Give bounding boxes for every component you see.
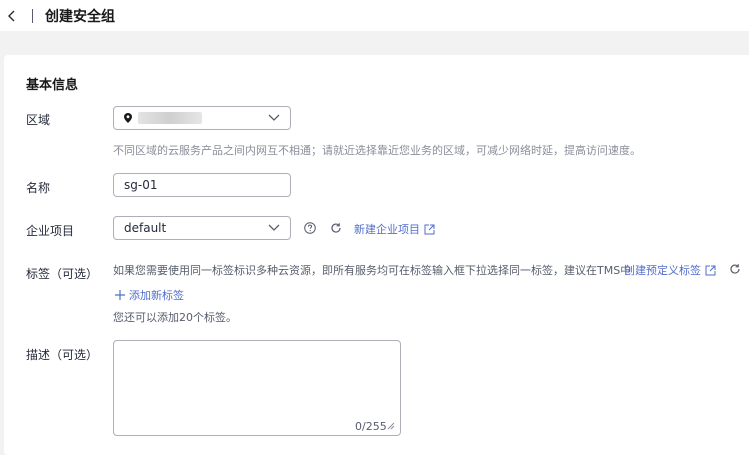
plus-icon — [115, 290, 125, 300]
create-predefined-tag-text: 创建预定义标签 — [624, 264, 701, 277]
external-link-icon — [705, 265, 716, 275]
project-select[interactable]: default — [113, 216, 291, 240]
region-select[interactable] — [113, 106, 291, 130]
question-circle-icon — [304, 222, 316, 234]
tags-hint: 如果您需要使用同一标签标识多种云资源，即所有服务均可在标签输入框下拉选择同一标签… — [113, 264, 632, 277]
refresh-projects-button[interactable] — [330, 222, 342, 234]
refresh-tags-button[interactable] — [729, 263, 741, 275]
region-value-obscured — [138, 112, 202, 124]
resize-grip-icon[interactable] — [387, 422, 395, 430]
back-button[interactable] — [2, 6, 22, 26]
page-header: 创建安全组 — [0, 0, 749, 31]
region-label: 区域 — [26, 113, 51, 127]
refresh-icon — [730, 264, 740, 274]
project-select-value: default — [124, 221, 167, 235]
chevron-down-icon — [268, 224, 280, 231]
chevron-down-icon — [268, 114, 280, 121]
description-label: 描述（可选） — [26, 348, 99, 362]
name-label: 名称 — [26, 181, 51, 195]
name-input[interactable] — [113, 173, 291, 197]
add-tag-button[interactable]: 添加新标签 — [115, 287, 184, 303]
basic-info-card: 基本信息 区域 不同区域的云服务产品之间内网互不相通；请就近选择靠近您业务的区域… — [4, 55, 749, 455]
section-title: 基本信息 — [26, 78, 79, 93]
create-project-link-text: 新建企业项目 — [354, 223, 420, 236]
help-button[interactable] — [304, 222, 316, 234]
region-hint: 不同区域的云服务产品之间内网互不相通；请就近选择靠近您业务的区域，可减少网络时延… — [113, 144, 641, 157]
create-predefined-tag-link[interactable]: 创建预定义标签 — [624, 262, 716, 278]
add-tag-text: 添加新标签 — [129, 289, 184, 302]
location-pin-icon — [124, 113, 132, 123]
tags-label: 标签（可选） — [26, 267, 99, 281]
description-counter: 0/255 — [355, 420, 387, 433]
external-link-icon — [424, 224, 435, 234]
project-label: 企业项目 — [26, 224, 75, 238]
create-project-link[interactable]: 新建企业项目 — [354, 221, 435, 237]
header-divider — [32, 8, 33, 23]
page-title: 创建安全组 — [45, 8, 115, 25]
chevron-left-icon — [8, 10, 15, 21]
tags-remaining: 您还可以添加20个标签。 — [113, 311, 237, 324]
refresh-icon — [331, 223, 341, 233]
